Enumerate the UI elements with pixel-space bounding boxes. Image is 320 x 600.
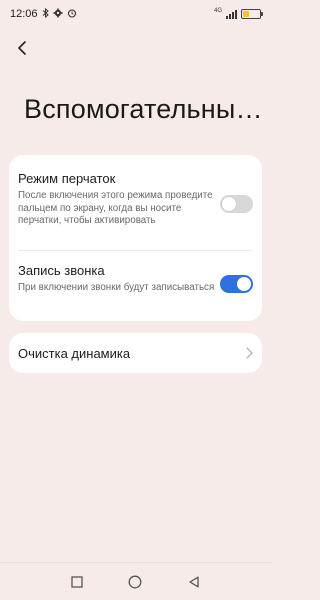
glove-mode-title: Режим перчаток — [18, 171, 116, 186]
chevron-left-icon — [18, 41, 26, 55]
toggle-knob — [222, 197, 236, 211]
battery-icon — [241, 9, 263, 19]
glove-mode-toggle[interactable] — [220, 195, 253, 213]
page-title: Вспомогательны… — [24, 94, 263, 124]
alarm-icon — [67, 8, 77, 21]
divider — [18, 250, 253, 251]
call-recording-row[interactable]: Запись звонка При включении звонки будут… — [18, 263, 253, 295]
glove-mode-description: После включения этого режима проведите п… — [18, 190, 213, 227]
back-nav-button[interactable] — [182, 570, 206, 594]
bluetooth-icon — [42, 7, 49, 21]
signal-icon — [226, 9, 237, 19]
status-bar: 12:06 4G — [0, 0, 271, 28]
speaker-cleaning-title: Очистка динамика — [18, 346, 131, 361]
back-nav-icon — [189, 576, 199, 587]
glove-mode-row[interactable]: Режим перчаток После включения этого реж… — [18, 171, 253, 228]
settings-icon — [53, 8, 63, 21]
navigation-bar — [0, 562, 271, 600]
recent-apps-button[interactable] — [65, 570, 89, 594]
network-type: 4G — [213, 8, 222, 14]
back-button[interactable] — [10, 38, 34, 58]
status-left: 12:06 — [10, 7, 77, 21]
call-recording-title: Запись звонка — [18, 263, 105, 278]
home-button[interactable] — [123, 570, 147, 594]
status-time: 12:06 — [10, 8, 38, 20]
battery-level — [243, 11, 249, 17]
chevron-right-icon — [246, 347, 253, 359]
settings-card: Режим перчаток После включения этого реж… — [9, 155, 262, 321]
call-recording-description: При включении звонки будут записываться — [18, 282, 215, 293]
toggle-knob — [237, 277, 251, 291]
call-recording-toggle[interactable] — [220, 275, 253, 293]
home-icon — [129, 575, 142, 588]
status-right: 4G — [213, 8, 263, 19]
speaker-cleaning-item[interactable]: Очистка динамика — [9, 333, 262, 373]
recent-apps-icon — [71, 575, 83, 588]
